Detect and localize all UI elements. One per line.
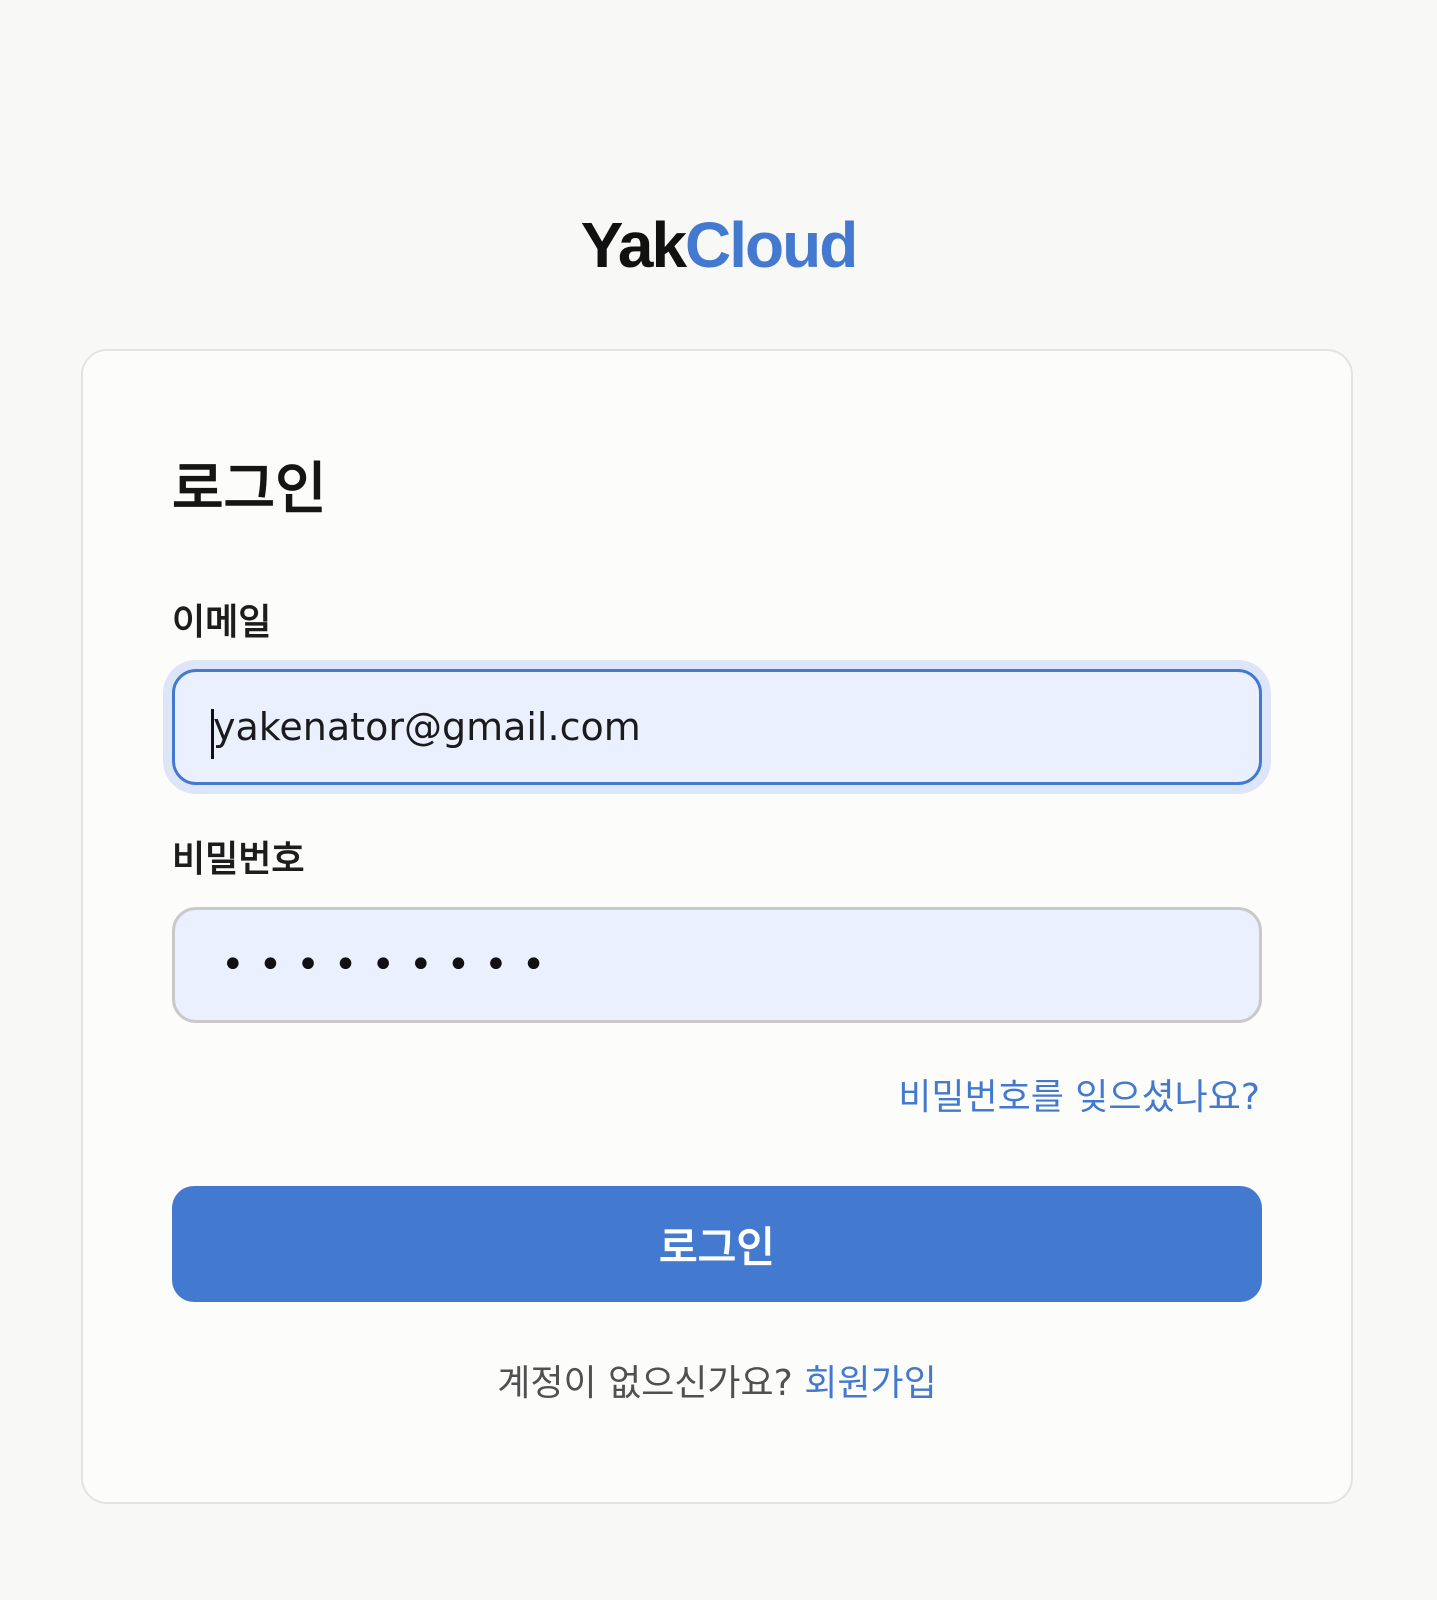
logo-text-part1: Yak <box>580 209 687 281</box>
signup-row: 계정이 없으신가요? 회원가입 <box>83 1361 1351 1407</box>
password-label: 비밀번호 <box>172 839 305 880</box>
email-label: 이메일 <box>172 602 272 643</box>
email-value[interactable]: yakenator@gmail.com <box>211 705 641 759</box>
password-masked-value: ••••••••• <box>221 942 560 988</box>
email-field[interactable]: yakenator@gmail.com <box>172 669 1262 785</box>
logo-text-part2: Cloud <box>685 209 858 281</box>
login-button[interactable]: 로그인 <box>172 1186 1262 1302</box>
login-card: 로그인 이메일 yakenator@gmail.com 비밀번호 •••••••… <box>81 349 1353 1504</box>
signup-link[interactable]: 회원가입 <box>804 1363 936 1404</box>
forgot-password-link[interactable]: 비밀번호를 잊으셨나요? <box>898 1075 1260 1121</box>
signup-prompt: 계정이 없으신가요? <box>497 1363 793 1404</box>
page-title: 로그인 <box>172 457 327 522</box>
text-caret <box>211 709 214 759</box>
email-value-text: yakenator@gmail.com <box>213 705 641 749</box>
app-logo: YakCloud <box>0 210 1437 280</box>
password-field[interactable]: ••••••••• <box>172 907 1262 1023</box>
